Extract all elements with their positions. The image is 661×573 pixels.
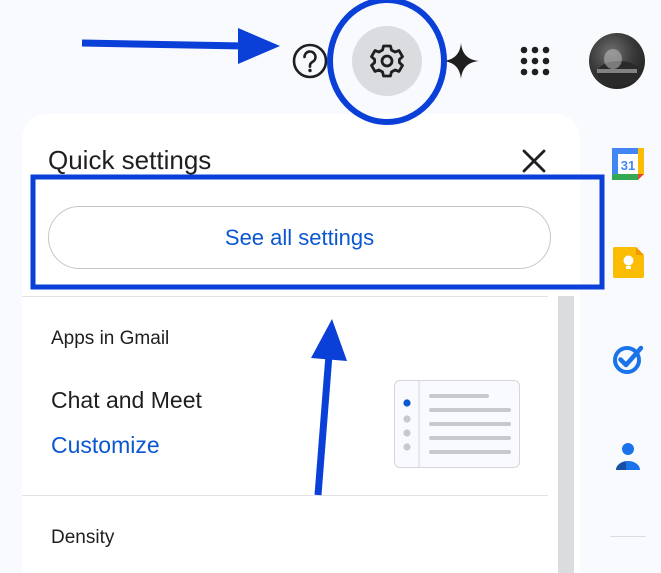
google-tasks-icon[interactable] <box>611 342 645 376</box>
close-icon[interactable] <box>518 145 550 177</box>
density-heading: Density <box>51 527 115 548</box>
gemini-spark-icon[interactable] <box>440 40 482 82</box>
customize-link[interactable]: Customize <box>51 430 160 460</box>
chat-meet-layout-preview <box>394 380 520 468</box>
chat-and-meet-label: Chat and Meet <box>51 387 202 413</box>
annotation-arrow-right <box>81 28 280 64</box>
see-all-settings-button[interactable]: See all settings <box>48 206 551 269</box>
section-divider <box>22 495 548 496</box>
section-divider <box>22 296 548 297</box>
calendar-day-number: 31 <box>621 158 635 173</box>
settings-gear-icon[interactable] <box>362 36 412 86</box>
help-icon[interactable] <box>290 41 330 81</box>
side-rail-divider <box>610 536 646 537</box>
quick-settings-title: Quick settings <box>48 145 212 175</box>
google-contacts-icon[interactable] <box>612 440 644 472</box>
google-keep-icon[interactable] <box>612 246 645 279</box>
google-apps-grid-icon[interactable] <box>514 40 556 82</box>
panel-scrollbar[interactable] <box>558 296 574 573</box>
apps-in-gmail-heading: Apps in Gmail <box>51 328 170 349</box>
google-calendar-icon[interactable]: 31 <box>611 147 645 181</box>
account-avatar[interactable] <box>589 33 645 89</box>
